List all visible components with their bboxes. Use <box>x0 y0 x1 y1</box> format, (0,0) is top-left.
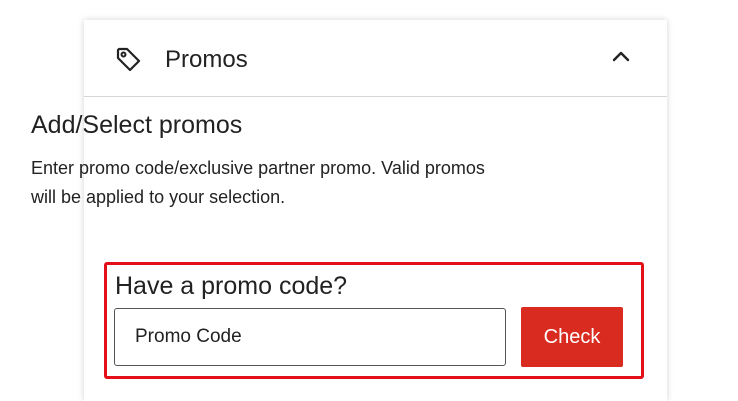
tag-icon <box>114 45 144 75</box>
promo-code-input[interactable] <box>114 308 506 366</box>
chevron-up-icon[interactable] <box>608 46 634 66</box>
section-heading: Add/Select promos <box>31 111 243 139</box>
check-button[interactable]: Check <box>521 307 623 367</box>
page: Promos Add/Select promos Enter promo cod… <box>0 0 738 401</box>
section-description: Enter promo code/exclusive partner promo… <box>31 158 485 207</box>
promo-code-label: Have a promo code? <box>115 272 348 300</box>
panel-title: Promos <box>165 46 248 73</box>
promos-panel-header[interactable]: Promos <box>84 20 667 97</box>
